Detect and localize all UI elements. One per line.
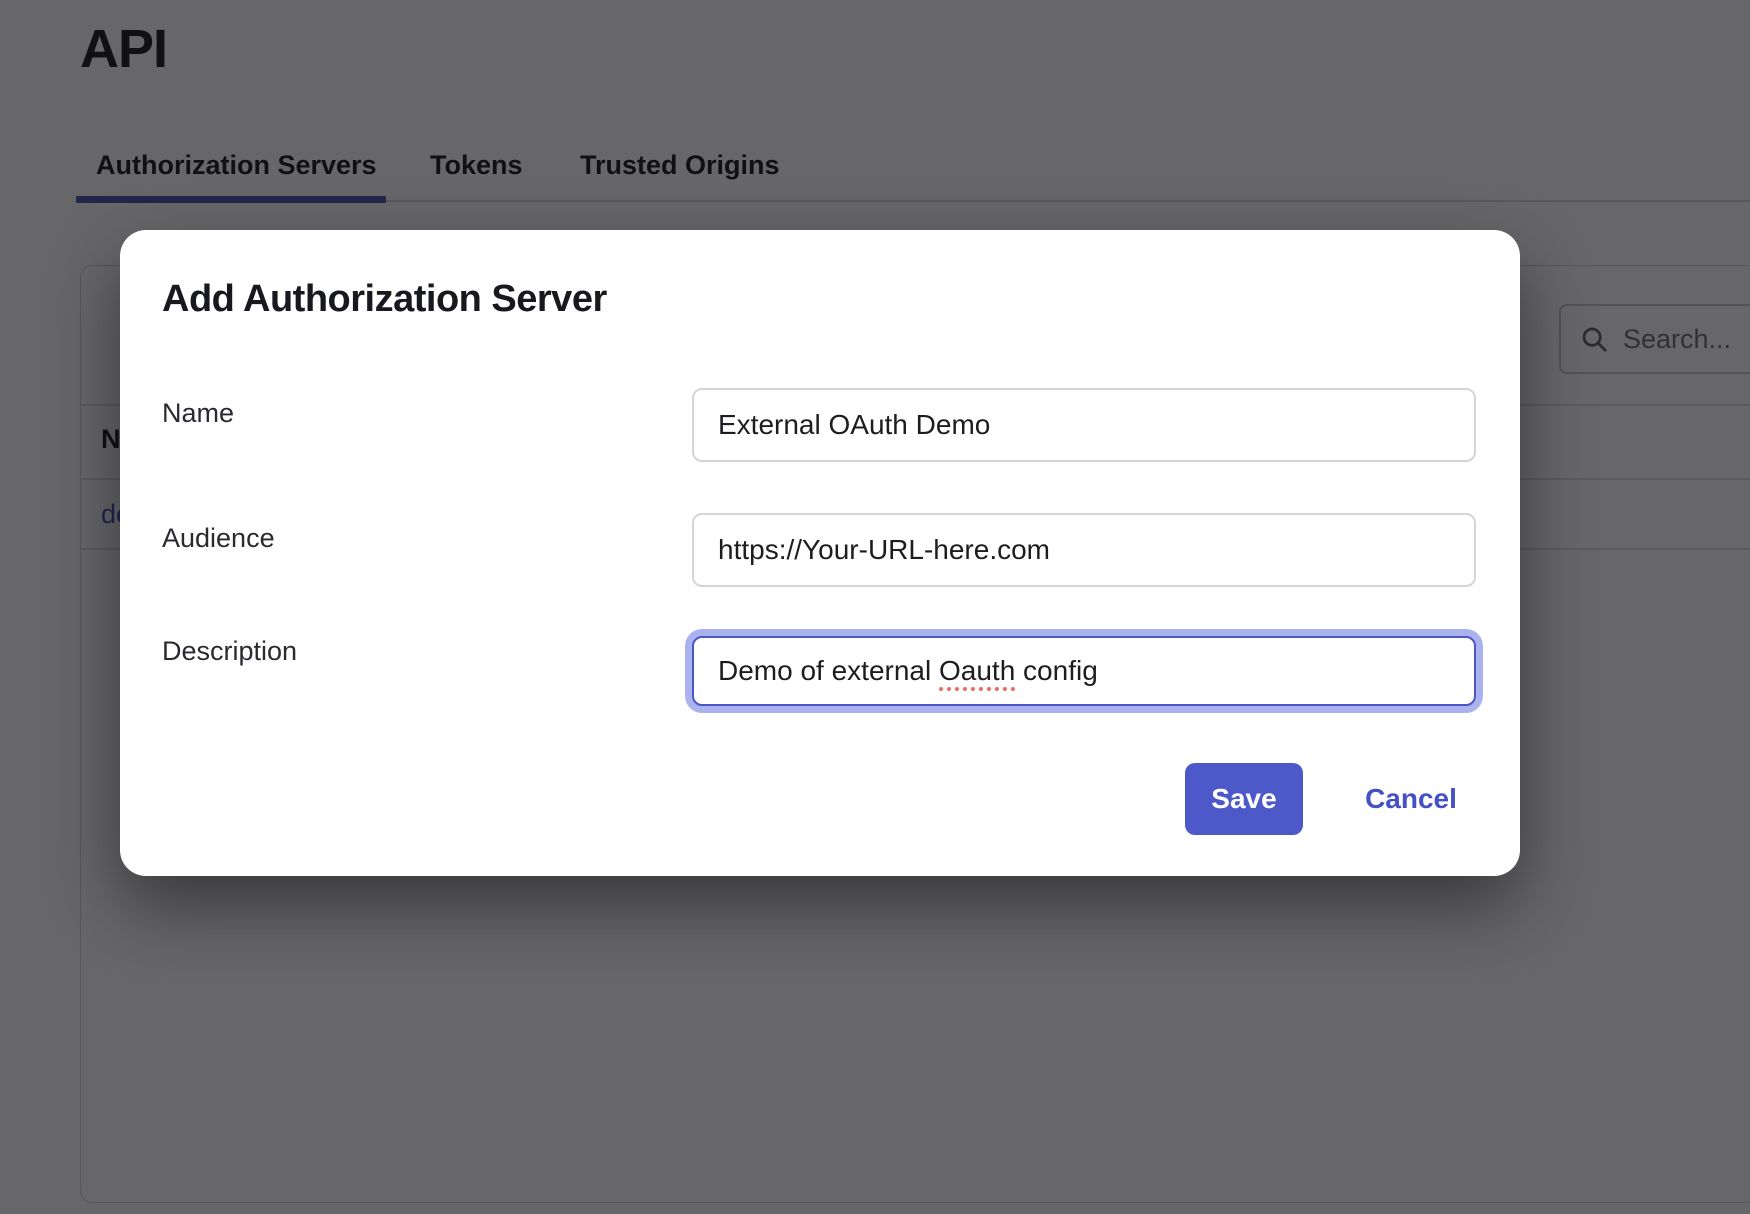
description-text: Demo of external (718, 655, 939, 687)
add-authorization-server-modal: Add Authorization Server Name Audience D… (120, 230, 1520, 876)
cancel-button[interactable]: Cancel (1351, 763, 1471, 835)
audience-label: Audience (162, 523, 275, 554)
audience-field[interactable] (692, 513, 1476, 587)
description-misspelled-word: Oauth (939, 655, 1015, 687)
description-text: config (1015, 655, 1098, 687)
name-field[interactable] (692, 388, 1476, 462)
description-field[interactable]: Demo of external Oauth config (692, 636, 1476, 706)
description-label: Description (162, 636, 297, 667)
modal-title: Add Authorization Server (162, 278, 607, 321)
save-button[interactable]: Save (1185, 763, 1303, 835)
name-label: Name (162, 398, 234, 429)
